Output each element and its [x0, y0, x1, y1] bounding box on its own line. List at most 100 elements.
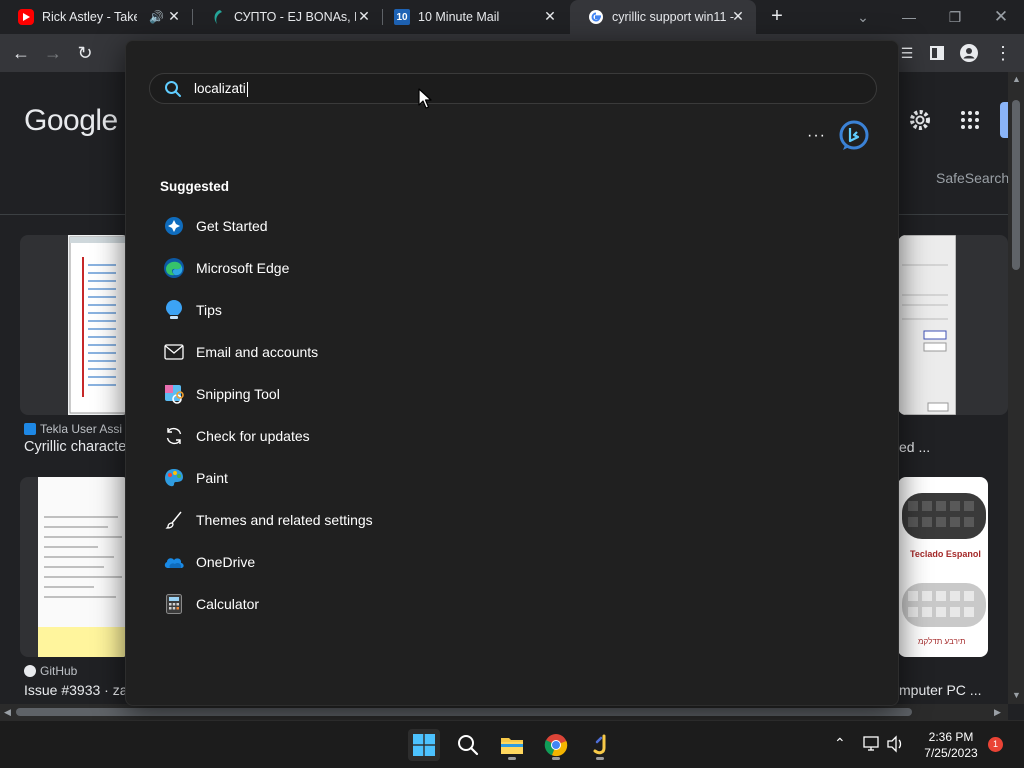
result-thumbnail [38, 477, 130, 657]
text-caret [246, 81, 248, 97]
more-options-icon[interactable]: ··· [807, 127, 826, 145]
taskbar-file-explorer[interactable] [496, 729, 528, 761]
search-input-value[interactable]: localizati [194, 81, 248, 97]
close-icon[interactable]: ✕ [356, 8, 372, 24]
reload-icon[interactable]: ↻ [70, 38, 100, 68]
window-close-icon[interactable]: ✕ [978, 0, 1024, 34]
settings-gear-icon[interactable] [908, 108, 932, 132]
app-j-icon [593, 734, 606, 755]
running-indicator [508, 757, 516, 760]
close-icon[interactable]: ✕ [730, 8, 746, 24]
close-icon[interactable]: ✕ [166, 8, 182, 24]
tab-title: 10 Minute Mail [418, 10, 500, 24]
tab-cyrillic-support[interactable]: cyrillic support win11 - ✕ [570, 0, 756, 34]
result-thumbnail [898, 235, 957, 415]
image-result-card[interactable] [20, 235, 130, 415]
suggested-item-get-started[interactable]: Get Started [156, 209, 456, 243]
suggested-item-paint[interactable]: Paint [156, 461, 456, 495]
minimize-icon[interactable]: — [886, 0, 932, 34]
tab-rick-astley[interactable]: Rick Astley - Take I 🔊 ✕ [0, 0, 192, 34]
edge-icon [162, 256, 186, 280]
suggested-item-onedrive[interactable]: OneDrive [156, 545, 456, 579]
mouse-pointer-icon [418, 88, 432, 109]
tab-search-chevron-icon[interactable]: ⌄ [840, 0, 886, 34]
google-icon [588, 9, 604, 25]
show-hidden-icons-chevron-icon[interactable]: ⌃ [834, 735, 846, 752]
bing-chat-icon[interactable] [837, 119, 871, 153]
forward-icon[interactable]: → [38, 38, 68, 68]
keyboard-thumbnail [898, 483, 988, 543]
keyboard-thumbnail [898, 577, 988, 633]
start-button[interactable] [408, 729, 440, 761]
windows-logo-icon [413, 734, 435, 756]
network-icon[interactable] [862, 735, 882, 758]
apps-grid-icon[interactable] [960, 110, 980, 130]
suggested-item-tips[interactable]: Tips [156, 293, 456, 327]
scrollbar-thumb[interactable] [16, 708, 912, 716]
suggested-item-microsoft-edge[interactable]: Microsoft Edge [156, 251, 456, 285]
brush-icon [162, 508, 186, 532]
google-logo[interactable]: Google [24, 104, 118, 138]
notification-badge[interactable]: 1 [988, 737, 1003, 752]
scroll-right-icon[interactable]: ▶ [994, 707, 1001, 718]
snipping-tool-icon [162, 382, 186, 406]
taskbar: ⌃ 2:36 PM 7/25/2023 1 [0, 720, 1024, 768]
image-result-card[interactable]: Teclado Espanol תירבע תדלקמ [898, 477, 988, 657]
tab-title: СУПТО - EJ BONAs, Пр [234, 10, 356, 24]
search-icon [165, 81, 181, 97]
suggested-item-snipping-tool[interactable]: Snipping Tool [156, 377, 456, 411]
keyboard-caption: Teclado Espanol [910, 549, 981, 559]
10-icon: 10 [394, 9, 410, 25]
back-icon[interactable]: ← [6, 38, 36, 68]
safesearch-toggle[interactable]: SafeSearch [936, 170, 1008, 186]
keyboard-caption-hebrew: תירבע תדלקמ [918, 637, 966, 646]
taskbar-app[interactable] [584, 729, 616, 761]
suggested-item-calculator[interactable]: Calculator [156, 587, 456, 621]
system-clock[interactable]: 2:36 PM 7/25/2023 [920, 729, 982, 761]
suggested-item-themes[interactable]: Themes and related settings [156, 503, 456, 537]
vertical-scrollbar[interactable]: ▲ ▼ [1008, 72, 1024, 704]
profile-icon[interactable] [954, 38, 984, 68]
image-result-card[interactable] [898, 235, 1008, 415]
sign-in-button-edge[interactable] [1000, 102, 1008, 138]
suggested-item-check-for-updates[interactable]: Check for updates [156, 419, 456, 453]
scrollbar-thumb[interactable] [1012, 100, 1020, 270]
start-search-box[interactable]: localizati [149, 73, 877, 104]
new-tab-button[interactable]: + [767, 6, 787, 26]
image-result-card[interactable] [20, 477, 130, 657]
close-icon[interactable]: ✕ [542, 8, 558, 24]
result-title[interactable]: Cyrillic characte [24, 439, 126, 455]
mail-icon [162, 340, 186, 364]
scroll-left-icon[interactable]: ◀ [4, 707, 11, 718]
horizontal-scrollbar[interactable]: ◀ ▶ [0, 704, 1008, 720]
clock-date: 7/25/2023 [924, 746, 978, 760]
result-title[interactable]: mputer PC ... [899, 682, 981, 698]
youtube-icon [18, 9, 34, 25]
calculator-icon [162, 592, 186, 616]
tab-10-minute-mail[interactable]: 10 10 Minute Mail ✕ [376, 0, 568, 34]
tab-strip: Rick Astley - Take I 🔊 ✕ СУПТО - EJ BONA… [0, 0, 1024, 34]
get-started-icon [162, 214, 186, 238]
bonas-icon [210, 9, 226, 25]
menu-kebab-icon[interactable]: ⋮ [988, 38, 1018, 68]
taskbar-chrome[interactable] [540, 729, 572, 761]
scroll-down-icon[interactable]: ▼ [1012, 690, 1021, 700]
restore-icon[interactable]: ❐ [932, 0, 978, 34]
github-icon [24, 665, 36, 677]
taskbar-search-button[interactable] [452, 729, 484, 761]
suggested-item-email-and-accounts[interactable]: Email and accounts [156, 335, 456, 369]
clock-time: 2:36 PM [928, 730, 974, 744]
result-title[interactable]: ed ... [899, 439, 930, 455]
chrome-icon [544, 734, 568, 757]
result-title[interactable]: Issue #3933 · za [24, 682, 128, 698]
volume-icon[interactable] [886, 735, 906, 758]
tab-title: cyrillic support win11 - [612, 10, 735, 24]
windows-search-flyout: localizati ··· Suggested Get Started Mic… [125, 40, 899, 706]
refresh-icon [162, 424, 186, 448]
running-indicator [552, 757, 560, 760]
tips-icon [162, 298, 186, 322]
scroll-up-icon[interactable]: ▲ [1012, 74, 1021, 84]
side-panel-icon[interactable] [922, 38, 952, 68]
tab-bonas[interactable]: СУПТО - EJ BONAs, Пр ✕ [192, 0, 382, 34]
speaker-icon[interactable]: 🔊 [149, 10, 164, 24]
